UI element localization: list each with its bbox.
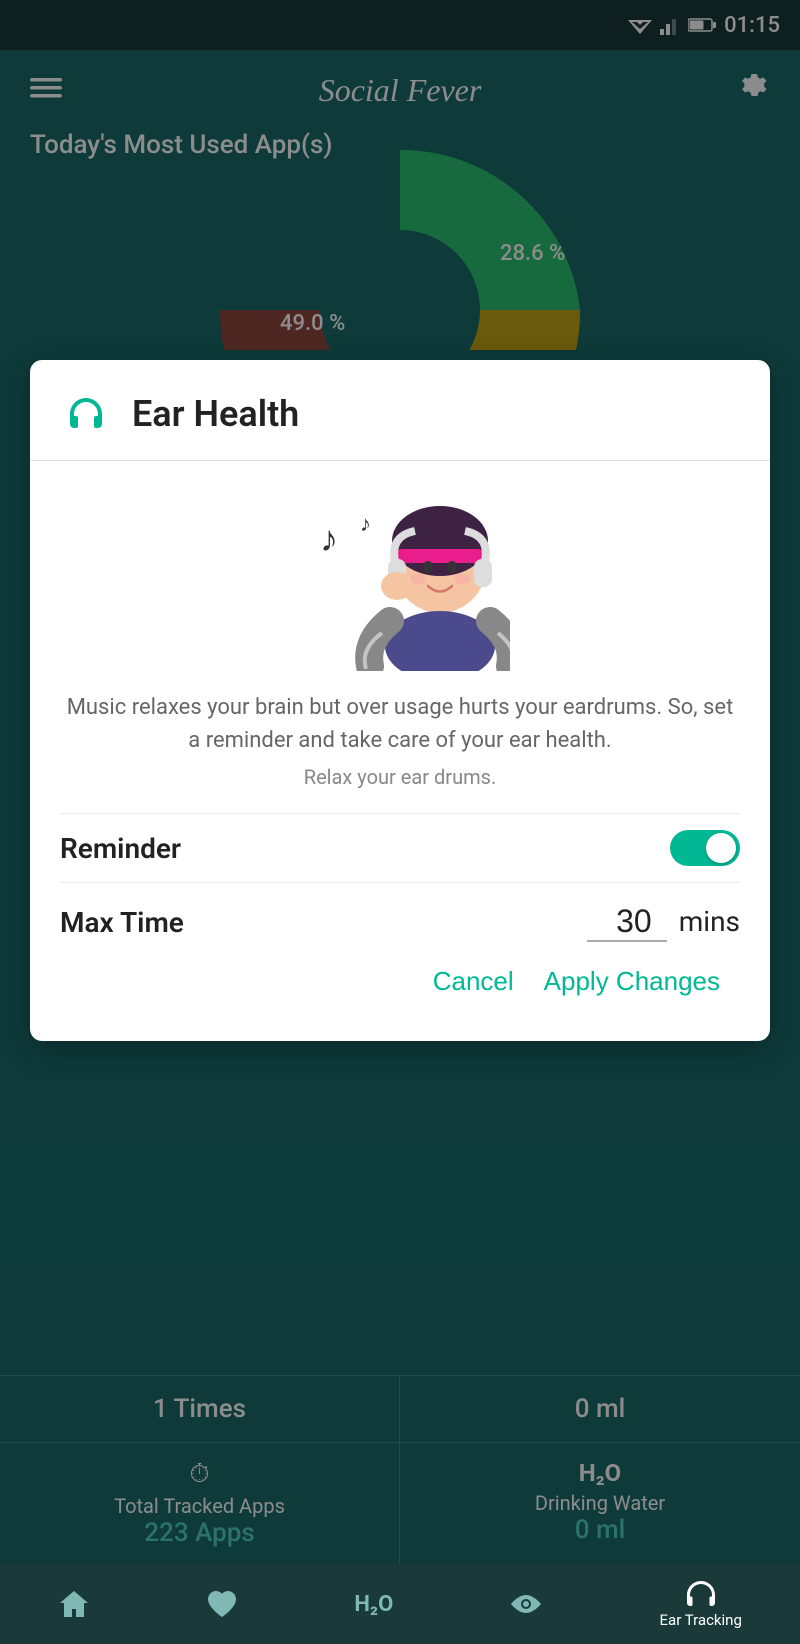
max-time-label: Max Time <box>60 906 184 939</box>
headphone-icon <box>60 388 112 440</box>
max-time-right: mins <box>587 903 740 942</box>
reminder-toggle[interactable] <box>670 830 740 866</box>
dialog-sub-text: Relax your ear drums. <box>60 765 740 789</box>
eye-icon <box>509 1591 543 1617</box>
svg-text:♪: ♪ <box>360 512 371 537</box>
toggle-knob <box>706 833 736 863</box>
heart-icon <box>206 1589 238 1619</box>
nav-bar: H₂O Ear Tracking <box>0 1564 800 1644</box>
nav-eye[interactable] <box>509 1591 543 1617</box>
nav-home[interactable] <box>58 1589 90 1619</box>
max-time-unit: mins <box>679 905 740 942</box>
apply-changes-button[interactable]: Apply Changes <box>544 966 720 997</box>
ear-tracking-label: Ear Tracking <box>660 1611 742 1629</box>
dialog-header: Ear Health <box>30 360 770 461</box>
reminder-label: Reminder <box>60 832 181 865</box>
dialog-illustration: ♪ ♪ <box>60 481 740 671</box>
headphone-nav-icon <box>684 1579 718 1607</box>
max-time-input[interactable] <box>587 903 667 942</box>
girl-illustration: ♪ ♪ <box>290 481 510 671</box>
water-nav-icon: H₂O <box>354 1592 393 1617</box>
dialog-body: ♪ ♪ <box>30 461 770 1041</box>
dialog-actions: Cancel Apply Changes <box>60 966 740 1021</box>
dialog-title: Ear Health <box>132 393 299 435</box>
cancel-button[interactable]: Cancel <box>433 966 514 997</box>
max-time-row: Max Time mins <box>60 882 740 966</box>
svg-text:♪: ♪ <box>320 518 338 560</box>
ear-health-dialog: Ear Health ♪ ♪ <box>30 360 770 1041</box>
reminder-row: Reminder <box>60 813 740 882</box>
nav-water[interactable]: H₂O <box>354 1592 393 1617</box>
home-icon <box>58 1589 90 1619</box>
dialog-description: Music relaxes your brain but over usage … <box>60 691 740 757</box>
nav-ear-tracking[interactable]: Ear Tracking <box>660 1579 742 1629</box>
nav-heart[interactable] <box>206 1589 238 1619</box>
